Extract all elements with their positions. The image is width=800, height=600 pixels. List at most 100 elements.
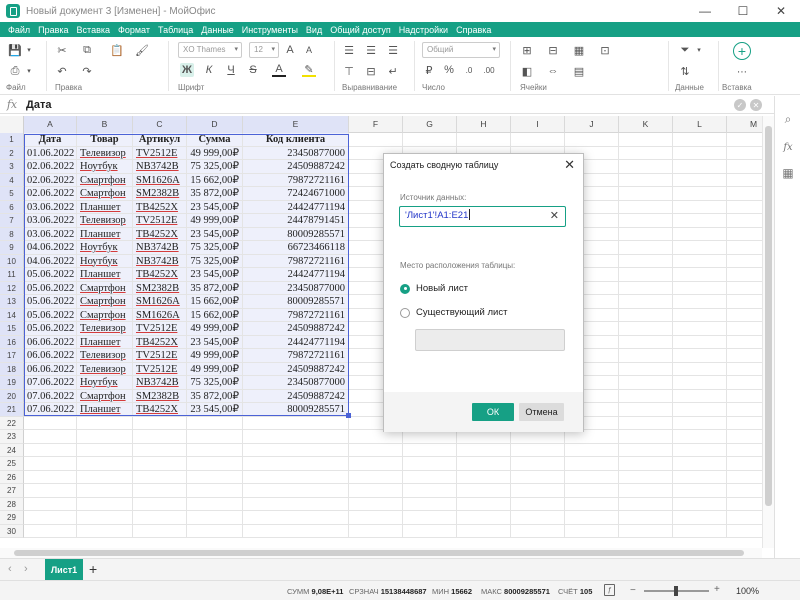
cell-date[interactable]: 06.06.2022 [24, 362, 77, 376]
row-header[interactable]: 19 [0, 376, 24, 390]
cell-sku[interactable]: NB3742B [133, 376, 187, 390]
empty-cell[interactable] [673, 349, 727, 363]
save-icon[interactable]: 💾 [8, 43, 22, 57]
conditional-format-icon[interactable]: ▤ [572, 64, 586, 78]
cell-amount[interactable]: 23 545,00₽ [187, 227, 243, 241]
empty-cell[interactable] [565, 470, 619, 484]
cell-sku[interactable]: TV2512E [133, 349, 187, 363]
row-header[interactable]: 15 [0, 322, 24, 336]
status-formula-icon[interactable]: ƒ [604, 584, 615, 596]
row-header[interactable]: 24 [0, 443, 24, 457]
cell-product[interactable]: Смартфон [77, 187, 133, 201]
cell-amount[interactable]: 75 325,00₽ [187, 160, 243, 174]
empty-cell[interactable] [673, 241, 727, 255]
zoom-out-button[interactable]: − [630, 585, 636, 596]
cell-sku[interactable]: SM2382B [133, 187, 187, 201]
empty-cell[interactable] [349, 497, 403, 511]
empty-cell[interactable] [619, 173, 673, 187]
copy-icon[interactable]: ⧉ [80, 43, 94, 57]
filter-dropdown-icon[interactable]: ▾ [692, 43, 706, 57]
empty-cell[interactable] [349, 457, 403, 471]
cell-product[interactable]: Планшет [77, 227, 133, 241]
column-header-f[interactable]: F [349, 116, 403, 133]
empty-cell[interactable] [243, 430, 349, 444]
confirm-icon[interactable]: ✓ [734, 99, 746, 111]
option-existing-sheet[interactable]: Существующий лист [400, 307, 507, 318]
cell-sku[interactable]: TV2512E [133, 214, 187, 228]
empty-cell[interactable] [673, 403, 727, 417]
prev-sheet-icon[interactable]: ‹ [8, 563, 12, 575]
empty-cell[interactable] [133, 524, 187, 538]
empty-cell[interactable] [565, 430, 619, 444]
empty-cell[interactable] [673, 362, 727, 376]
maximize-button[interactable]: ☐ [724, 0, 762, 22]
align-left-icon[interactable]: ☰ [342, 43, 356, 57]
cell-sku[interactable]: TB4252X [133, 200, 187, 214]
cell-client-code[interactable]: 24478791451 [243, 214, 349, 228]
zoom-in-button[interactable]: + [714, 584, 720, 595]
empty-cell[interactable] [727, 363, 762, 376]
empty-cell[interactable] [619, 160, 673, 174]
empty-cell[interactable] [727, 430, 762, 444]
empty-cell[interactable] [187, 430, 243, 444]
empty-cell[interactable] [187, 416, 243, 430]
column-header-e[interactable]: E [243, 116, 349, 133]
empty-cell[interactable] [619, 335, 673, 349]
empty-cell[interactable] [565, 511, 619, 525]
empty-cell[interactable] [727, 484, 762, 498]
minimize-button[interactable]: — [686, 0, 724, 22]
empty-cell[interactable] [673, 335, 727, 349]
empty-cell[interactable] [24, 524, 77, 538]
cell-client-code[interactable]: 23450877000 [243, 281, 349, 295]
empty-cell[interactable] [673, 457, 727, 471]
empty-cell[interactable] [511, 497, 565, 511]
empty-cell[interactable] [673, 308, 727, 322]
empty-cell[interactable] [403, 133, 457, 147]
empty-cell[interactable] [349, 443, 403, 457]
empty-cell[interactable] [673, 376, 727, 390]
align-top-icon[interactable]: ⊤ [342, 64, 356, 78]
insert-cells-icon[interactable]: ⊞ [520, 43, 534, 57]
cell-date[interactable]: 03.06.2022 [24, 200, 77, 214]
cell-client-code[interactable]: 80009285571 [243, 295, 349, 309]
row-header[interactable]: 20 [0, 389, 24, 403]
empty-cell[interactable] [727, 309, 762, 322]
empty-cell[interactable] [727, 390, 762, 403]
cell-date[interactable]: 04.06.2022 [24, 254, 77, 268]
empty-cell[interactable] [133, 470, 187, 484]
cell-amount[interactable]: 35 872,00₽ [187, 187, 243, 201]
cell-product[interactable]: Ноутбук [77, 376, 133, 390]
spreadsheet-grid[interactable]: ABCDEFGHIJKLM 1 Дата Товар Артикул Сумма Код … [0, 116, 762, 548]
empty-cell[interactable] [565, 497, 619, 511]
empty-cell[interactable] [727, 417, 762, 430]
empty-cell[interactable] [77, 497, 133, 511]
font-grow-icon[interactable]: A [283, 43, 297, 57]
empty-cell[interactable] [673, 214, 727, 228]
empty-cell[interactable] [619, 281, 673, 295]
empty-cell[interactable] [727, 457, 762, 471]
cell-date[interactable]: 06.06.2022 [24, 349, 77, 363]
cell-date[interactable]: 02.06.2022 [24, 173, 77, 187]
empty-cell[interactable] [673, 416, 727, 430]
empty-cell[interactable] [457, 430, 511, 444]
cell-client-code[interactable]: 23450877000 [243, 376, 349, 390]
cell-sku[interactable]: SM2382B [133, 389, 187, 403]
cell-product[interactable]: Смартфон [77, 389, 133, 403]
empty-cell[interactable] [619, 241, 673, 255]
empty-cell[interactable] [619, 295, 673, 309]
zoom-slider-handle[interactable] [674, 586, 678, 596]
merge-cells-icon[interactable]: ▦ [572, 43, 586, 57]
cell-date[interactable]: 03.06.2022 [24, 214, 77, 228]
cell-date[interactable]: 02.06.2022 [24, 160, 77, 174]
fill-handle[interactable] [346, 413, 351, 418]
filter-icon[interactable]: ⏷ [678, 43, 692, 57]
empty-cell[interactable] [243, 470, 349, 484]
decrease-decimal-icon[interactable]: .00 [482, 63, 496, 77]
empty-cell[interactable] [187, 457, 243, 471]
empty-cell[interactable] [673, 200, 727, 214]
search-icon[interactable]: ⌕ [781, 112, 795, 126]
radio-unselected-icon[interactable] [400, 307, 410, 318]
empty-cell[interactable] [619, 133, 673, 147]
row-header[interactable]: 16 [0, 335, 24, 349]
empty-cell[interactable] [457, 133, 511, 147]
